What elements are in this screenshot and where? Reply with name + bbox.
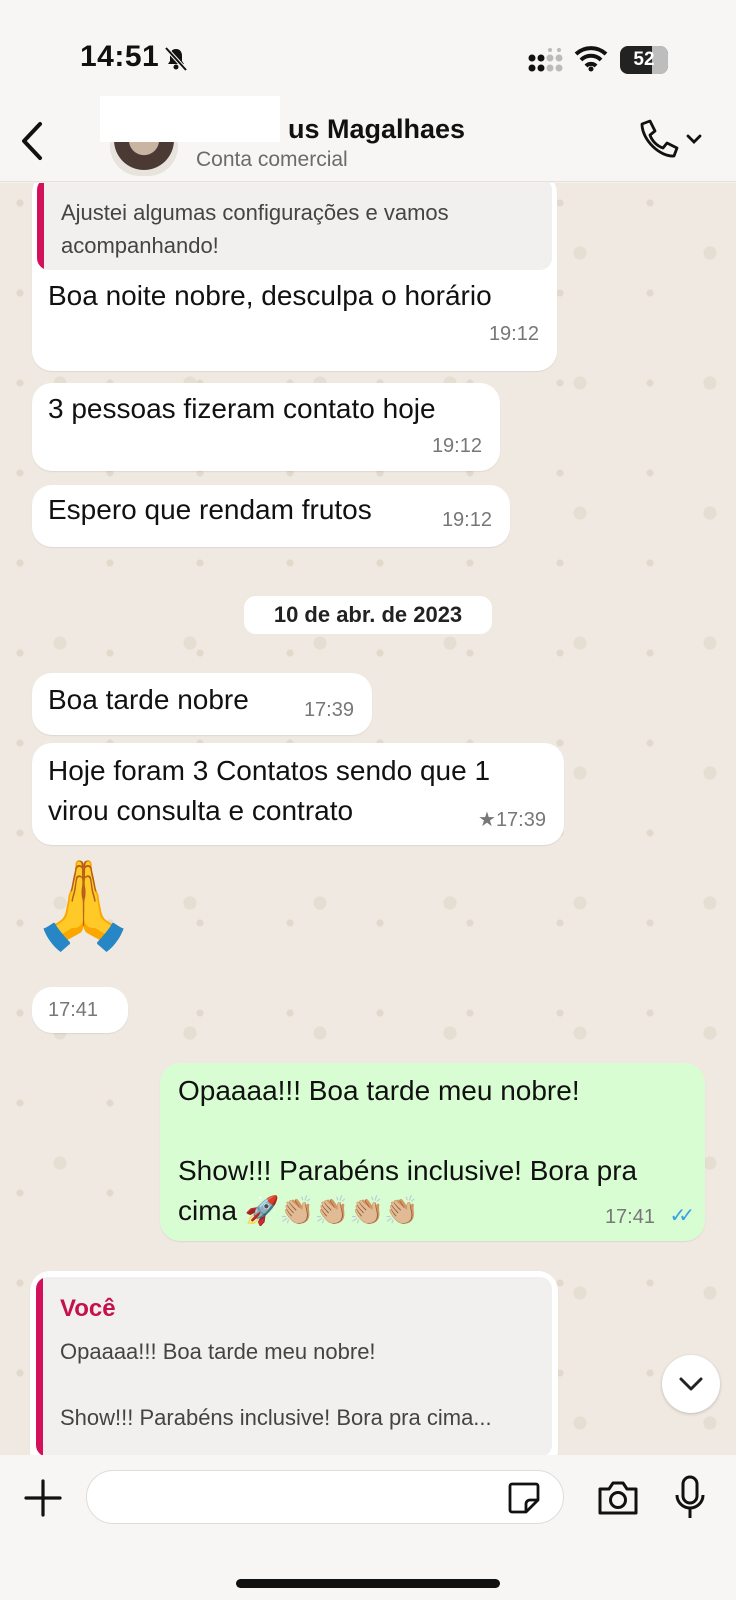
- read-ticks-icon: ✓✓: [669, 1205, 694, 1227]
- contact-subtitle: Conta comercial: [196, 148, 348, 171]
- back-chevron-icon[interactable]: [14, 118, 50, 164]
- camera-icon[interactable]: [596, 1479, 640, 1517]
- message-text: Boa tarde nobre: [48, 684, 249, 715]
- message-input[interactable]: [86, 1470, 564, 1524]
- emoji-time-pill: 17:41: [32, 987, 128, 1033]
- message-time: ★17:39: [478, 807, 546, 832]
- message-bubble-received[interactable]: 3 pessoas fizeram contato hoje 19:12: [32, 383, 500, 471]
- chevron-down-icon: [679, 1377, 703, 1391]
- bell-muted-icon: [164, 46, 188, 72]
- star-icon: ★: [478, 809, 496, 831]
- wifi-icon: [574, 46, 608, 72]
- message-text-line: virou consulta e contrato: [48, 795, 354, 826]
- input-bar: [0, 1455, 736, 1600]
- battery-level: 52: [633, 49, 655, 70]
- home-indicator: [236, 1579, 500, 1588]
- quoted-message[interactable]: Você Opaaaa!!! Boa tarde meu nobre! Show…: [36, 1277, 552, 1455]
- message-text-line: Opaaaa!!! Boa tarde meu nobre!: [178, 1075, 580, 1106]
- message-time: 17:39: [303, 699, 354, 721]
- quoted-message-line: Opaaaa!!! Boa tarde meu nobre!: [60, 1339, 376, 1364]
- message-text-line: cima 🚀👏🏼👏🏼👏🏼👏🏼: [178, 1195, 420, 1226]
- message-bubble-received[interactable]: Hoje foram 3 Contatos sendo que 1 virou …: [32, 743, 564, 845]
- message-bubble-sent[interactable]: Opaaaa!!! Boa tarde meu nobre! Show!!! P…: [160, 1063, 705, 1241]
- sticker-icon[interactable]: [506, 1480, 542, 1516]
- status-bar: 14:51 52: [0, 0, 736, 100]
- emoji-message[interactable]: 🙏: [30, 853, 137, 957]
- chat-area[interactable]: Ajustei algumas configurações e vamos ac…: [0, 183, 736, 1455]
- message-time: 19:12: [488, 323, 539, 345]
- phone-call-icon[interactable]: [636, 118, 706, 162]
- message-text: Espero que rendam frutos: [48, 494, 372, 525]
- message-time: 19:12: [441, 509, 492, 531]
- status-time: 14:51: [80, 40, 160, 73]
- microphone-icon[interactable]: [674, 1475, 706, 1521]
- message-bubble-received[interactable]: Ajustei algumas configurações e vamos ac…: [32, 183, 557, 371]
- scroll-to-bottom-button[interactable]: [662, 1355, 720, 1413]
- message-text: 3 pessoas fizeram contato hoje: [48, 393, 436, 424]
- quoted-message-text: Ajustei algumas configurações e vamos ac…: [61, 200, 449, 258]
- quoted-message-line: Show!!! Parabéns inclusive! Bora pra cim…: [60, 1405, 492, 1430]
- date-divider: 10 de abr. de 2023: [244, 596, 492, 634]
- message-bubble-received[interactable]: Você Opaaaa!!! Boa tarde meu nobre! Show…: [30, 1271, 558, 1455]
- message-time: 17:41: [48, 999, 99, 1021]
- message-time: 19:12: [431, 435, 482, 457]
- quoted-message[interactable]: Ajustei algumas configurações e vamos ac…: [37, 183, 552, 270]
- contact-name[interactable]: us Magalhaes: [288, 114, 465, 145]
- battery-icon: 52: [620, 46, 668, 74]
- message-text-line: Show!!! Parabéns inclusive! Bora pra: [178, 1155, 638, 1186]
- message-time-value: 17:39: [495, 809, 546, 831]
- message-text: Boa noite nobre, desculpa o horário: [48, 280, 492, 311]
- signal-icon: [528, 48, 563, 72]
- quoted-message-author: Você: [60, 1295, 116, 1322]
- message-bubble-received[interactable]: Boa tarde nobre 17:39: [32, 673, 372, 735]
- message-time: 17:41: [604, 1206, 655, 1228]
- chat-header: us Magalhaes Conta comercial: [0, 96, 736, 182]
- plus-icon[interactable]: [24, 1479, 62, 1517]
- message-bubble-received[interactable]: Espero que rendam frutos 19:12: [32, 485, 510, 547]
- message-text-line: Hoje foram 3 Contatos sendo que 1: [48, 755, 491, 786]
- redaction-block: [100, 96, 280, 142]
